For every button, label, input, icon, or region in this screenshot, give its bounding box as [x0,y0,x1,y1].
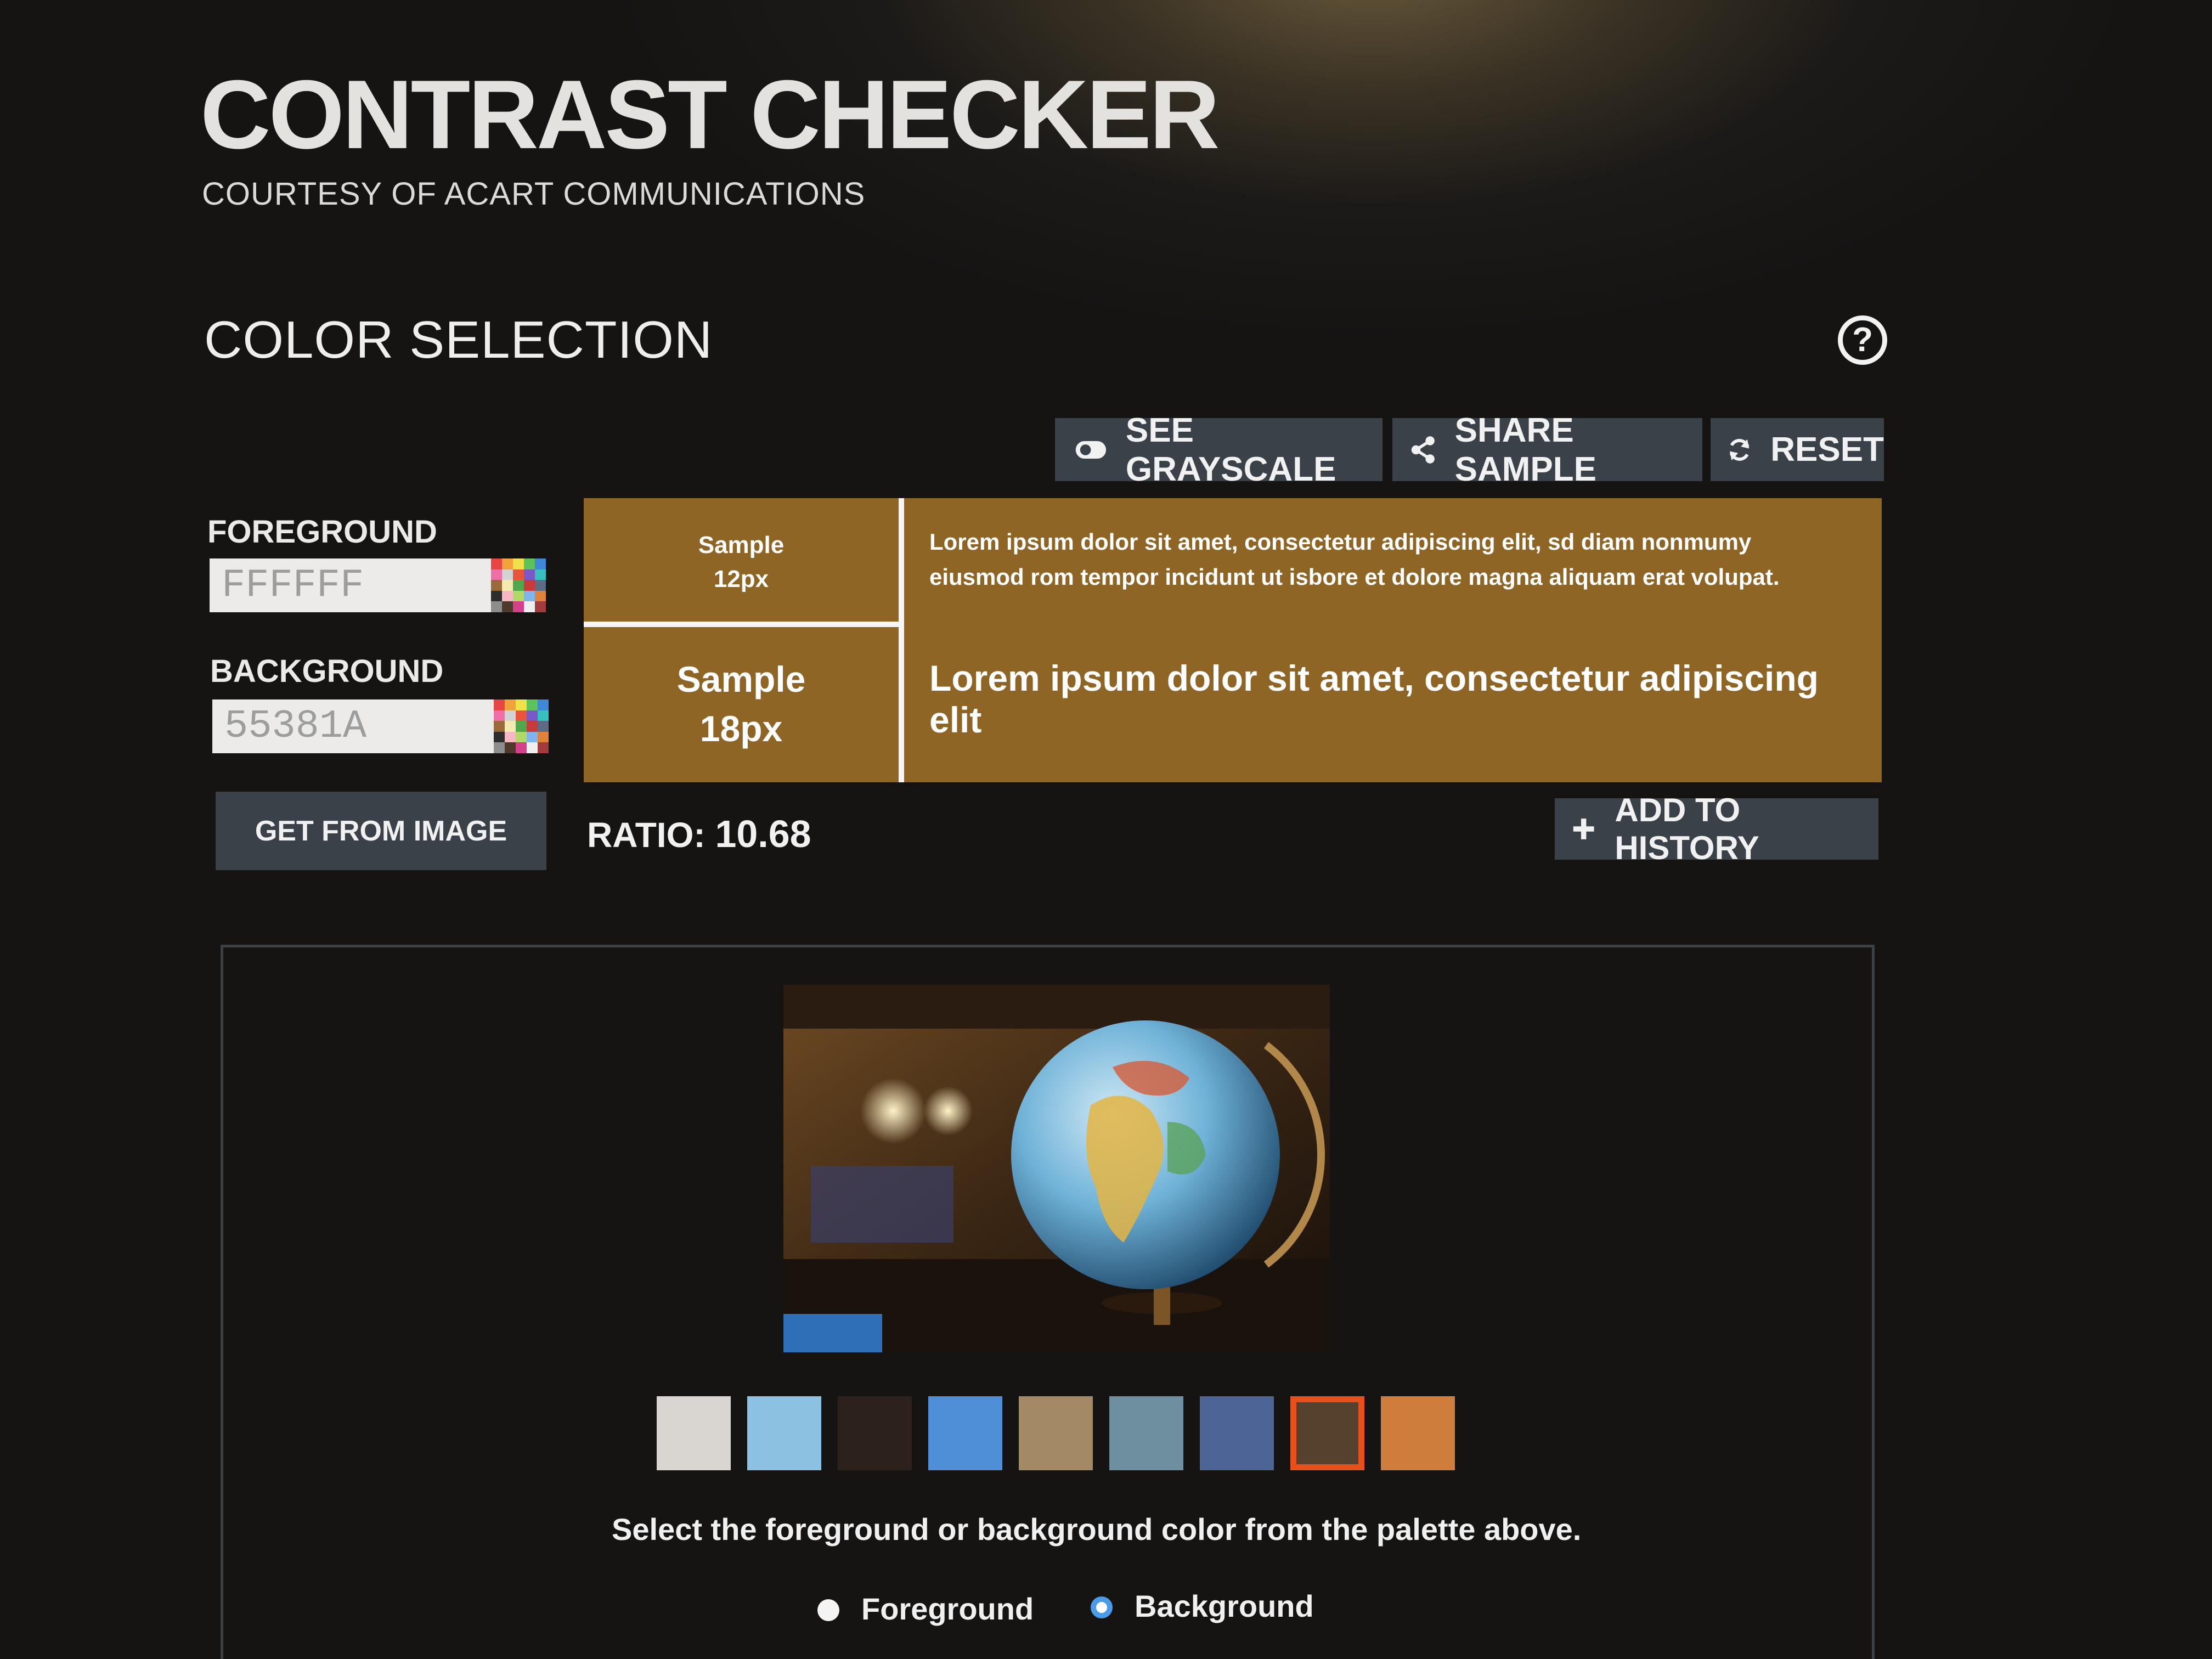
reset-button[interactable]: RESET [1711,418,1884,481]
foreground-input[interactable]: FFFFFF [210,558,517,612]
background-color-picker-icon[interactable] [494,699,549,753]
foreground-label: FOREGROUND [207,514,437,550]
share-sample-label: SHARE SAMPLE [1454,411,1596,488]
sample-18px-line2: 18px [699,708,783,749]
background-input[interactable]: 55381A [212,699,520,753]
get-from-image-button[interactable]: GET FROM IMAGE [216,792,546,870]
contrast-ratio: RATIO: 10.68 [587,812,811,856]
plus-icon [1573,819,1594,839]
toggle-icon [1075,441,1107,459]
uploaded-image[interactable] [783,985,1330,1352]
sample-18px-label: Sample 18px [584,654,899,753]
foreground-color-picker-icon[interactable] [491,558,546,612]
palette-swatch[interactable] [1381,1396,1455,1470]
sample-12px-text: Lorem ipsum dolor sit amet, consectetur … [929,529,1780,590]
palette-swatch[interactable] [1109,1396,1183,1470]
add-to-history-label: ADD TO HISTORY [1615,792,1759,866]
sample-12px-line1: Sample [698,532,785,558]
palette-swatch[interactable] [747,1396,821,1470]
section-title: COLOR SELECTION [204,311,713,369]
foreground-radio[interactable] [817,1599,839,1621]
sample-12px-line2: 12px [713,566,769,592]
see-grayscale-label: SEE GRAYSCALE [1125,411,1336,488]
globe-photo [783,985,1330,1352]
background-label: BACKGROUND [210,653,444,689]
palette-swatch[interactable] [1200,1396,1274,1470]
palette-swatch[interactable] [928,1396,1002,1470]
page-title: CONTRAST CHECKER [200,60,1220,169]
palette-swatch[interactable] [1019,1396,1093,1470]
question-circle-icon[interactable]: ? [1838,315,1887,365]
ratio-label: RATIO: [587,815,706,855]
sample-preview: Sample 12px Sample 18px Lorem ipsum dolo… [584,498,1882,782]
foreground-radio-label[interactable]: Foreground [861,1591,1034,1627]
sample-18px-line1: Sample [676,659,806,699]
page-subtitle: COURTESY OF ACART COMMUNICATIONS [202,176,866,212]
background-radio-label[interactable]: Background [1135,1588,1314,1624]
sample-divider-vertical [899,498,904,782]
add-to-history-button[interactable]: ADD TO HISTORY [1555,792,1878,866]
color-palette [657,1396,1471,1470]
ratio-value: 10.68 [715,812,811,855]
palette-swatch[interactable] [1290,1396,1364,1470]
reset-label: RESET [1770,431,1884,469]
palette-hint: Select the foreground or background colo… [612,1512,1582,1547]
share-sample-button[interactable]: SHARE SAMPLE [1392,411,1702,488]
palette-swatch[interactable] [838,1396,912,1470]
sample-divider-horizontal [584,622,904,627]
refresh-icon [1729,438,1750,461]
share-icon [1411,436,1435,464]
see-grayscale-button[interactable]: SEE GRAYSCALE [1055,411,1383,488]
sample-12px-label: Sample 12px [584,528,899,596]
palette-swatch[interactable] [657,1396,731,1470]
sample-18px-text: Lorem ipsum dolor sit amet, consectetur … [929,658,1819,740]
background-radio[interactable] [1091,1596,1113,1618]
